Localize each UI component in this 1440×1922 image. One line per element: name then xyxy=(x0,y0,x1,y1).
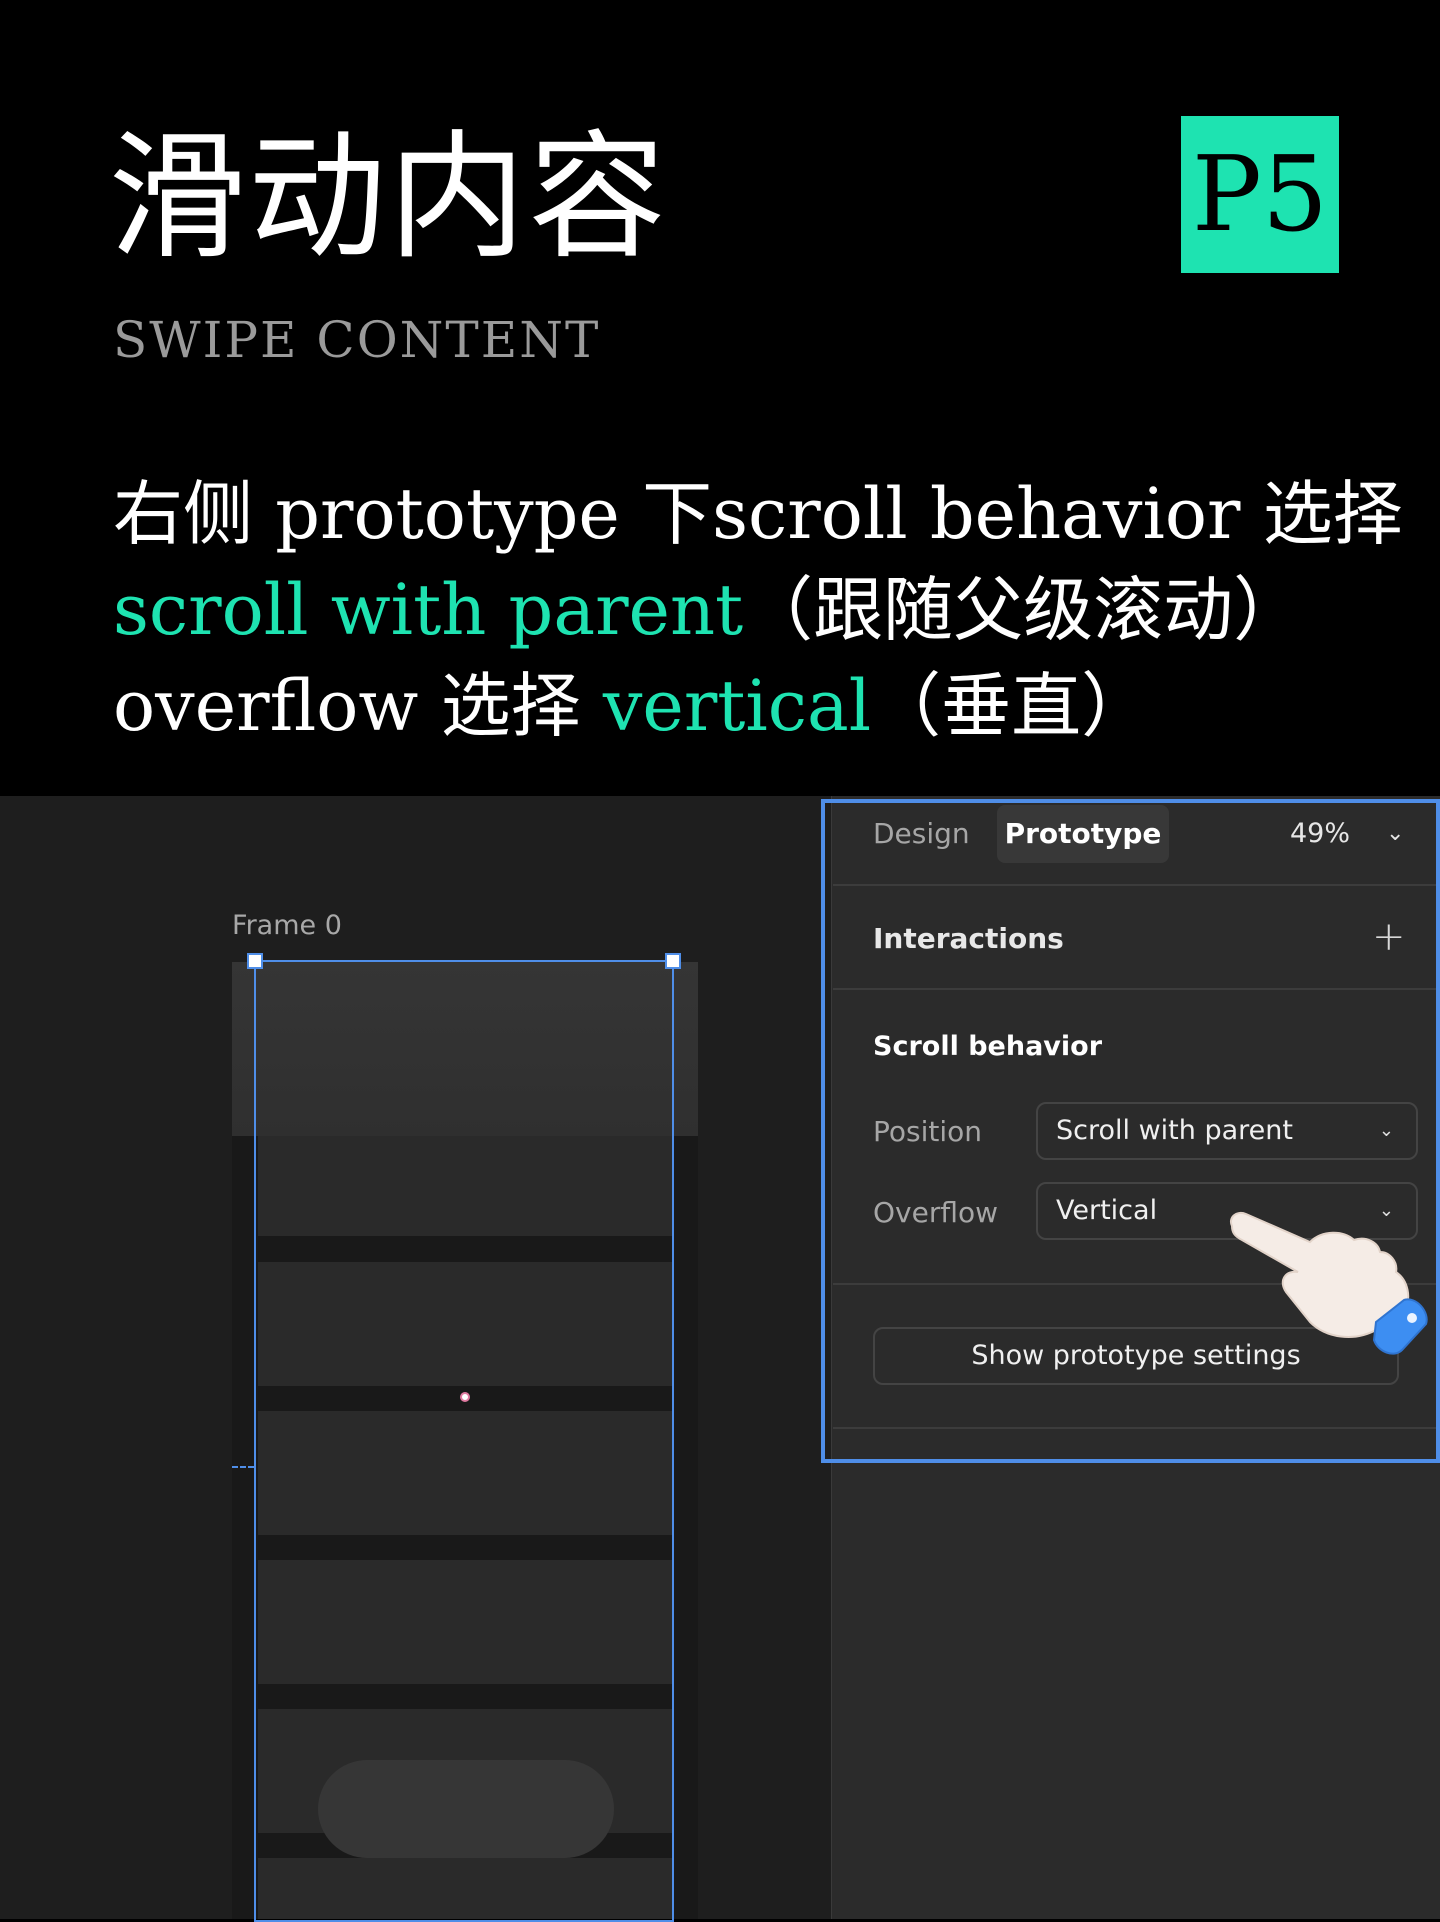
page-title: 滑动内容 xyxy=(108,117,669,278)
selection-outline[interactable] xyxy=(247,953,681,1922)
description-line-3: overflow 选择 vertical（垂直） xyxy=(113,658,1151,754)
highlight-vertical: vertical xyxy=(602,665,872,747)
page-badge: P5 xyxy=(1181,116,1339,273)
resize-handle-top-right[interactable] xyxy=(665,953,681,969)
highlight-scroll-with-parent: scroll with parent xyxy=(113,569,744,651)
description-line-2-rest: （跟随父级滚动） xyxy=(743,569,1304,651)
resize-handle-top-left[interactable] xyxy=(247,953,263,969)
description-line-1: 右侧 prototype 下scroll behavior 选择 xyxy=(113,473,1403,555)
page-subtitle: SWIPE CONTENT xyxy=(113,311,601,369)
highlight-outline xyxy=(821,799,1440,1463)
pointing-hand-icon xyxy=(1230,1212,1428,1355)
guide-dash xyxy=(232,1466,254,1468)
frame-label[interactable]: Frame 0 xyxy=(232,910,342,941)
description-line-3-rest: （垂直） xyxy=(871,665,1152,747)
description-line-2: scroll with parent（跟随父级滚动） xyxy=(113,562,1303,658)
description-line-3-a: overflow 选择 xyxy=(113,665,603,747)
